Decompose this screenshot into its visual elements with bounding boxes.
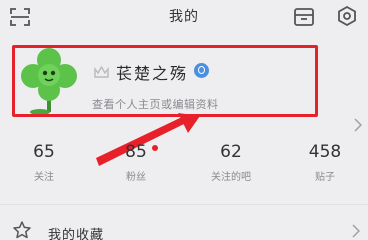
favorites-row[interactable]: 我的收藏 xyxy=(0,214,368,240)
profile-screen: 我的 苌楚之殇 查看个人主页或编辑资料 65 关注 85 粉丝 62 关注的吧 … xyxy=(0,0,368,240)
stat-followed-bars[interactable]: 62 关注的吧 xyxy=(191,142,271,183)
profile-subtitle[interactable]: 查看个人主页或编辑资料 xyxy=(92,96,219,112)
stat-label: 粉丝 xyxy=(126,172,146,183)
stat-label: 贴子 xyxy=(315,172,335,183)
stat-value: 85 xyxy=(125,142,147,162)
stat-value: 62 xyxy=(220,142,242,162)
avatar[interactable] xyxy=(18,46,80,116)
stat-posts[interactable]: 458 贴子 xyxy=(285,142,365,183)
settings-icon[interactable] xyxy=(337,6,357,26)
stats-row: 65 关注 85 粉丝 62 关注的吧 458 贴子 xyxy=(0,142,368,192)
star-icon xyxy=(13,221,31,239)
profile-card[interactable]: 苌楚之殇 查看个人主页或编辑资料 xyxy=(0,40,368,132)
store-icon[interactable] xyxy=(293,7,315,27)
chevron-right-icon xyxy=(352,224,360,238)
stat-value: 65 xyxy=(33,142,55,162)
username: 苌楚之殇 xyxy=(116,64,189,83)
stat-label: 关注 xyxy=(34,172,54,183)
stat-value: 458 xyxy=(308,142,342,162)
crown-icon xyxy=(94,65,109,78)
stat-fans[interactable]: 85 粉丝 xyxy=(96,142,176,183)
verify-badge xyxy=(194,63,209,78)
divider xyxy=(0,204,368,205)
chevron-right-icon[interactable] xyxy=(354,118,362,132)
stat-label: 关注的吧 xyxy=(211,172,251,183)
notification-dot xyxy=(152,145,158,151)
stat-following[interactable]: 65 关注 xyxy=(4,142,84,183)
top-bar: 我的 xyxy=(0,0,368,34)
favorites-label: 我的收藏 xyxy=(48,228,105,240)
